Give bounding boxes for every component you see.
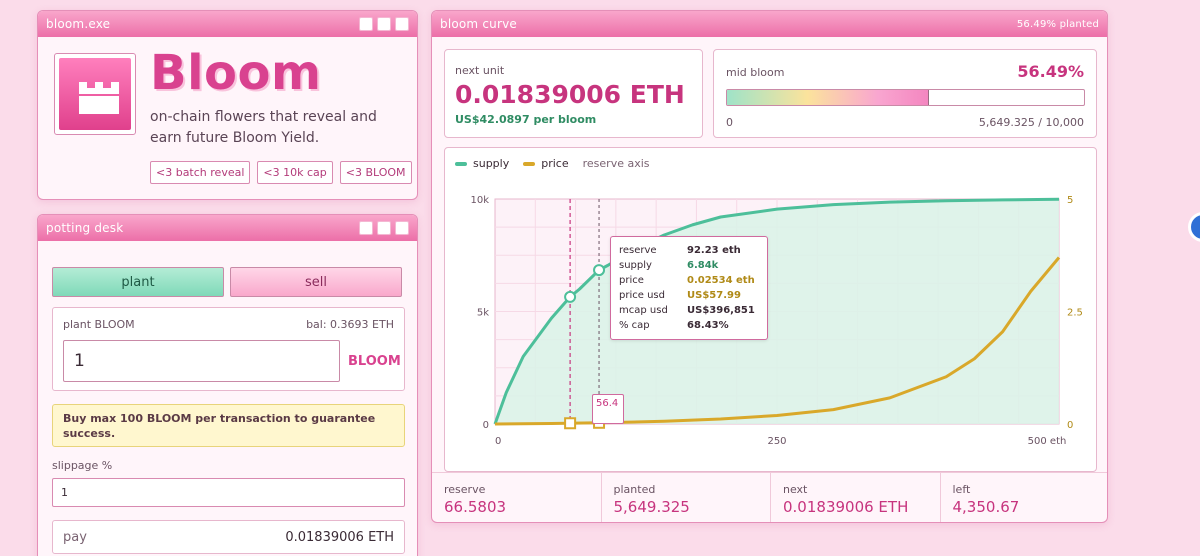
mid-bloom-label: mid bloom [726,66,785,79]
next-unit-card: next unit 0.01839006 ETH US$42.0897 per … [444,49,703,138]
castle-icon [79,82,119,114]
tooltip-key: % cap [619,320,650,331]
slippage-input[interactable]: 1 [52,478,405,507]
x-tick-label: 250 [767,436,786,447]
chart-tooltip: reserve 92.23 eth supply 6.84k price 0.0253… [610,236,768,340]
mid-bloom-progress-bar [726,89,1085,106]
amount-field-box: plant BLOOM bal: 0.3693 ETH 1 BLOOM [52,307,405,391]
mid-bloom-progress-fill [727,90,929,105]
tab-sell[interactable]: sell [230,267,402,297]
tooltip-key: price [619,275,644,286]
minimize-button[interactable] [359,17,373,31]
planted-badge: 56.49% planted [1016,18,1099,30]
stat-next: next 0.01839006 ETH [771,473,941,522]
y-right-tick-label: 0 [1067,420,1073,431]
max-buy-warning: Buy max 100 BLOOM per transaction to gua… [52,404,405,447]
stat-value: 4,350.67 [952,498,1020,516]
edge-floating-button[interactable] [1188,212,1200,242]
legend-supply[interactable]: supply [455,157,509,170]
maximize-button[interactable] [377,221,391,235]
close-button[interactable] [395,17,409,31]
stat-left: left 4,350.67 [941,473,1108,522]
maximize-button[interactable] [377,17,391,31]
price-swatch [523,161,536,166]
amount-input[interactable]: 1 [63,340,340,382]
amount-field-label: plant BLOOM [63,318,135,331]
logo [54,53,136,135]
current-point-label: 56.4 [592,394,624,424]
supply-swatch [455,161,467,166]
y-right-tick-label: 2.5 [1067,308,1083,319]
pay-row: pay 0.01839006 ETH [52,520,405,554]
stats-bar: reserve 66.5803 planted 5,649.325 next 0… [432,472,1108,522]
next-unit-value: 0.01839006 ETH [455,80,685,109]
tooltip-value: US$396,851 [687,305,755,316]
chip-bloom[interactable]: <3 BLOOM [339,161,412,184]
stat-value: 5,649.325 [613,498,690,516]
stat-label: planted [613,483,656,496]
tooltip-value: US$57.99 [687,290,741,301]
curve-chart[interactable]: 0 5k 10k 0 2.5 5 0 250 500 eth supply price rese… [444,147,1097,472]
y-right-tick-label: 5 [1067,195,1073,206]
mid-bloom-count: 5,649.325 / 10,000 [978,116,1084,129]
stat-reserve: reserve 66.5803 [432,473,602,522]
tooltip-value: 6.84k [687,260,719,271]
y-left-tick-label: 0 [483,420,489,431]
legend-price[interactable]: price [523,157,569,170]
legend-axis-label: reserve axis [582,157,650,170]
supply-point-hover [593,264,606,277]
potting-desk-title: potting desk [46,221,124,235]
tooltip-key: reserve [619,245,657,256]
tooltip-value: 92.23 eth [687,245,741,256]
bloom-window: bloom.exe Bloom on-chain flowers that re… [37,10,418,200]
legend-supply-label: supply [473,157,510,170]
potting-desk-titlebar[interactable]: potting desk [38,215,417,241]
tooltip-key: supply [619,260,652,271]
pay-value: 0.01839006 ETH [285,529,394,545]
stat-value: 0.01839006 ETH [783,498,909,516]
stat-label: reserve [444,483,486,496]
mid-bloom-percent: 56.49% [1017,62,1084,81]
tooltip-key: price usd [619,290,665,301]
next-unit-label: next unit [455,64,505,77]
bloom-window-title: bloom.exe [46,17,111,31]
balance-label: bal: 0.3693 ETH [306,318,394,331]
y-left-tick-label: 10k [470,195,489,206]
bloom-window-titlebar[interactable]: bloom.exe [38,11,417,37]
stat-label: left [952,483,971,496]
chip-batch-reveal[interactable]: <3 batch reveal [150,161,251,184]
x-tick-label: 500 eth [1028,436,1067,447]
curve-chart-svg: 0 5k 10k 0 2.5 5 0 250 500 eth [470,195,1083,447]
tooltip-key: mcap usd [619,305,668,316]
bloom-curve-window: bloom curve 56.49% planted next unit 0.0… [431,10,1108,523]
minimize-button[interactable] [359,221,373,235]
pay-label: pay [63,529,87,545]
bloom-curve-title: bloom curve [440,17,517,31]
mid-bloom-min: 0 [726,116,733,129]
close-button[interactable] [395,221,409,235]
amount-unit: BLOOM [348,354,401,369]
stat-planted: planted 5,649.325 [602,473,771,522]
tooltip-value: 0.02534 eth [687,275,755,286]
chart-legend: supply price reserve axis [455,157,650,170]
y-left-tick-label: 5k [477,308,489,319]
x-tick-label: 0 [495,436,501,447]
slippage-label: slippage % [52,459,113,472]
potting-desk-window: potting desk plant sell plant BLOOM bal:… [37,214,418,556]
supply-point-current [564,290,577,303]
chip-cap[interactable]: <3 10k cap [257,161,333,184]
bloom-curve-titlebar[interactable]: bloom curve 56.49% planted [432,11,1107,37]
tab-plant[interactable]: plant [52,267,224,297]
brand-title: Bloom [150,45,322,101]
legend-price-label: price [541,157,569,170]
mid-bloom-card: mid bloom 56.49% 0 5,649.325 / 10,000 [713,49,1097,138]
tagline: on-chain flowers that reveal and earn fu… [150,109,377,146]
tooltip-value: 68.43% [687,320,729,331]
stat-value: 66.5803 [444,498,507,516]
price-point-current [564,417,577,430]
next-unit-usd: US$42.0897 per bloom [455,113,597,126]
stat-label: next [783,483,808,496]
